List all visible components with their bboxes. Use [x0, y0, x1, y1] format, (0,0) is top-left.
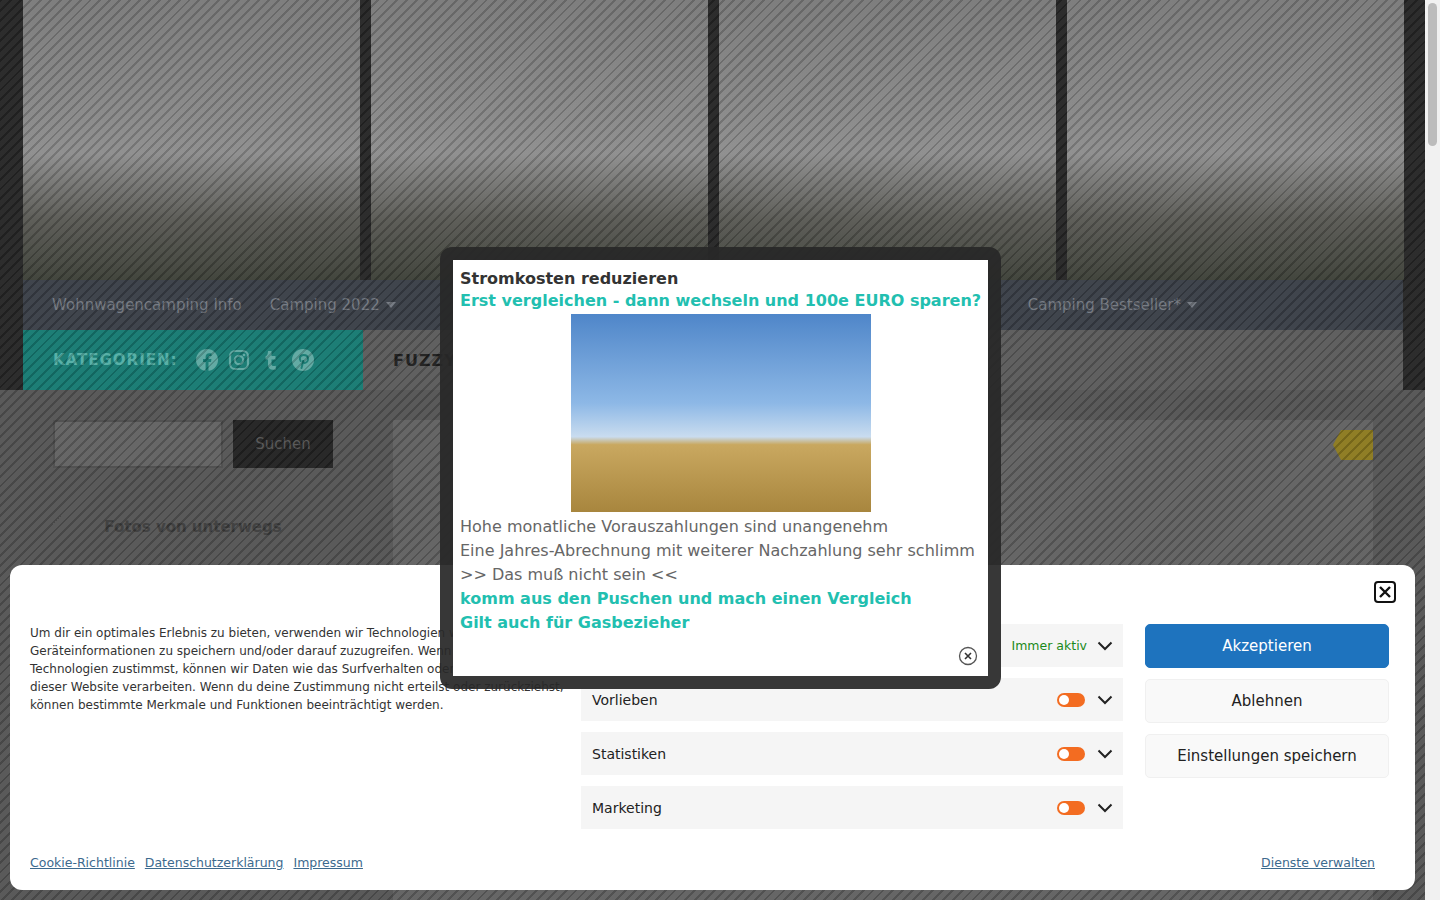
cookie-category-row[interactable]: Statistiken [581, 732, 1123, 775]
consent-button[interactable]: Akzeptieren [1145, 624, 1389, 668]
category-label: Marketing [592, 800, 1057, 816]
popup-line: Hohe monatliche Vorauszahlungen sind una… [460, 515, 981, 539]
consent-button[interactable]: Ablehnen [1145, 679, 1389, 723]
scroll-thumb[interactable] [1428, 3, 1437, 146]
manage-services-link[interactable]: Dienste verwalten [1261, 855, 1375, 870]
close-icon[interactable] [958, 646, 978, 666]
category-toggle[interactable] [1057, 801, 1085, 815]
popup-cta[interactable]: Gilt auch für Gasbezieher [460, 611, 981, 635]
cookie-banner-footer: Cookie-Richtlinie Datenschutzerklärung Imp… [30, 855, 1395, 876]
popup-cta[interactable]: komm aus den Puschen und mach einen Verg… [460, 587, 981, 611]
always-active-label: Immer aktiv [1011, 638, 1087, 653]
toggle-knob [1059, 695, 1069, 705]
category-label: Statistiken [592, 746, 1057, 762]
popup-line: >> Das muß nicht sein << [460, 563, 981, 587]
popup-modal: Stromkosten reduzierenErst vergleichen -… [440, 247, 1001, 689]
cookie-category-row[interactable]: Marketing [581, 786, 1123, 829]
category-label: Vorlieben [592, 692, 1057, 708]
popup-line: Eine Jahres-Abrechnung mit weiterer Nach… [460, 539, 981, 563]
toggle-knob [1059, 803, 1069, 813]
close-icon[interactable] [1374, 581, 1396, 603]
category-toggle[interactable] [1057, 693, 1085, 707]
chevron-down-icon[interactable] [1097, 695, 1113, 705]
policy-link[interactable]: Datenschutzerklärung [145, 855, 284, 870]
cookie-text-line: können bestimmte Merkmale und Funktionen… [30, 696, 565, 714]
policy-link[interactable]: Cookie-Richtlinie [30, 855, 135, 870]
category-toggle[interactable] [1057, 747, 1085, 761]
chevron-down-icon[interactable] [1097, 749, 1113, 759]
toggle-knob [1059, 749, 1069, 759]
consent-buttons: Akzeptieren Ablehnen Einstellungen speiche… [1145, 624, 1389, 829]
popup-content: Stromkosten reduzierenErst vergleichen -… [453, 260, 988, 676]
policy-link[interactable]: Impressum [293, 855, 362, 870]
chevron-down-icon[interactable] [1097, 803, 1113, 813]
consent-button[interactable]: Einstellungen speichern [1145, 734, 1389, 778]
popup-close-button[interactable] [958, 646, 978, 666]
power-lines-photo[interactable] [571, 314, 871, 512]
popup-headline[interactable]: Erst vergleichen - dann wechseln und 100… [460, 289, 981, 313]
page: Wohnwagencamping InfoCamping 2022Camping… [0, 0, 1425, 900]
scrollbar[interactable] [1425, 0, 1440, 900]
chevron-down-icon[interactable] [1097, 641, 1113, 651]
popup-title: Stromkosten reduzieren [460, 269, 981, 289]
